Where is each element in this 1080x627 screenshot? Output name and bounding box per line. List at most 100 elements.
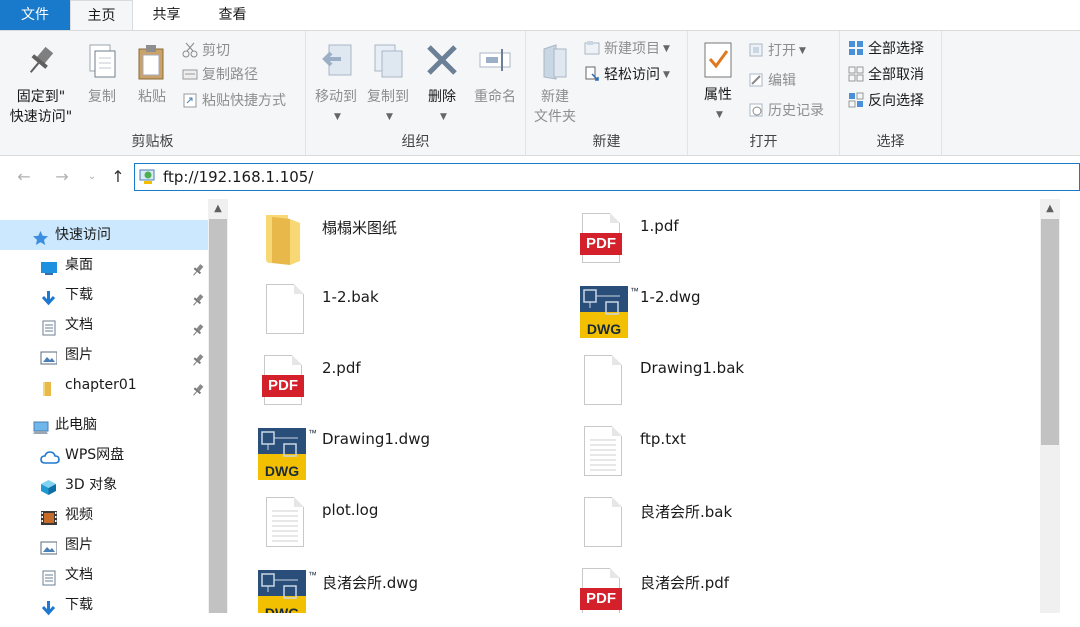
- nav-item-videos[interactable]: 视频: [0, 500, 208, 530]
- nav-item-3d-objects[interactable]: 3D 对象: [0, 470, 208, 500]
- dwg-icon: DWG ™: [254, 564, 316, 613]
- cloud-icon: [40, 447, 60, 464]
- ribbon-tab-bar: 文件 主页 共享 查看: [0, 0, 1080, 64]
- group-new: 新建 文件夹 新建项目 ▼ 轻松访问 ▼ 新建: [526, 31, 688, 155]
- file-item[interactable]: DWG ™ 1-2.dwg: [546, 270, 846, 338]
- nav-item-desktop[interactable]: 桌面: [0, 250, 208, 280]
- file-list-scrollbar[interactable]: ▲: [1040, 199, 1060, 613]
- file-name: plot.log: [322, 501, 379, 519]
- scroll-up-icon[interactable]: ▲: [208, 199, 228, 219]
- file-item[interactable]: Drawing1.bak: [546, 341, 846, 405]
- nav-item-downloads[interactable]: 下载: [0, 280, 208, 310]
- scroll-up-icon[interactable]: ▲: [1040, 199, 1060, 219]
- pin-to-quick-access-button[interactable]: 固定到" 快速访问": [4, 43, 78, 127]
- tab-view[interactable]: 查看: [200, 0, 265, 31]
- 3d-objects-icon: [40, 477, 57, 495]
- navigation-scrollbar[interactable]: ▲: [208, 199, 228, 613]
- recent-locations-button[interactable]: ⌄: [80, 165, 104, 189]
- pinned-icon: [192, 348, 204, 366]
- easy-access-button[interactable]: 轻松访问 ▼: [584, 63, 670, 87]
- forward-arrow-icon: →: [55, 167, 69, 186]
- pictures-icon: [40, 347, 58, 365]
- move-to-button[interactable]: 移动到 ▼: [310, 43, 362, 127]
- nav-item-documents-pc[interactable]: 文档: [0, 560, 208, 590]
- scrollbar-thumb[interactable]: [1041, 219, 1059, 445]
- scrollbar-thumb[interactable]: [209, 219, 227, 613]
- dwg-icon: DWG ™: [572, 280, 638, 338]
- nav-label: 下载: [65, 597, 93, 613]
- pinned-icon: [192, 378, 204, 396]
- copy-path-label: 复制路径: [202, 67, 258, 83]
- copy-button[interactable]: 复制: [80, 43, 124, 107]
- paste-shortcut-icon: [182, 92, 198, 108]
- file-item[interactable]: DWG ™ 良渚会所.dwg: [228, 554, 528, 613]
- copy-to-button[interactable]: 复制到 ▼: [362, 43, 414, 127]
- rename-label: 重命名: [474, 89, 516, 105]
- forward-button[interactable]: →: [50, 165, 74, 189]
- select-none-button[interactable]: 全部取消: [848, 63, 924, 87]
- video-icon: [40, 507, 57, 525]
- chevron-down-icon: ⌄: [87, 171, 97, 182]
- group-clipboard: 固定到" 快速访问" 复制 粘贴 剪切 复制路径 粘贴快捷方式 剪贴板: [0, 31, 306, 155]
- group-organize: 移动到 ▼ 复制到 ▼ 删除 ▼ 重命名 组织: [306, 31, 526, 155]
- nav-item-quick-access[interactable]: 快速访问: [0, 220, 208, 250]
- star-icon: [32, 227, 49, 245]
- address-bar[interactable]: ftp://192.168.1.105/: [134, 163, 1080, 191]
- open-button[interactable]: 打开 ▼: [748, 39, 806, 63]
- computer-icon: [32, 417, 49, 434]
- pin-label-line2: 快速访问": [9, 109, 73, 125]
- file-item[interactable]: PDF 1.pdf: [546, 199, 846, 263]
- invert-selection-button[interactable]: 反向选择: [848, 89, 924, 113]
- group-clipboard-label: 剪贴板: [131, 134, 174, 150]
- edit-button[interactable]: 编辑: [748, 69, 796, 93]
- open-icon: [748, 42, 764, 58]
- file-item[interactable]: PDF 2.pdf: [228, 341, 528, 405]
- nav-item-pictures-pc[interactable]: 图片: [0, 530, 208, 560]
- group-select-label: 选择: [876, 134, 905, 150]
- nav-item-documents[interactable]: 文档: [0, 310, 208, 340]
- file-item[interactable]: plot.log: [228, 483, 528, 547]
- address-path: ftp://192.168.1.105/: [163, 168, 314, 186]
- file-item[interactable]: 榻榻米图纸: [228, 199, 528, 265]
- file-item[interactable]: 良渚会所.bak: [546, 483, 846, 547]
- properties-button[interactable]: 属性 ▼: [694, 41, 742, 125]
- nav-label: 下载: [65, 287, 93, 303]
- file-item[interactable]: PDF 良渚会所.pdf: [546, 554, 846, 613]
- select-all-button[interactable]: 全部选择: [848, 37, 924, 61]
- dwg-badge-text: DWG: [587, 321, 621, 337]
- back-button[interactable]: ←: [12, 165, 36, 189]
- delete-button[interactable]: 删除 ▼: [418, 43, 466, 127]
- edit-label: 编辑: [768, 73, 796, 89]
- tab-home[interactable]: 主页: [70, 0, 133, 31]
- up-arrow-icon: ↑: [111, 167, 125, 186]
- tab-share[interactable]: 共享: [133, 0, 200, 31]
- history-button[interactable]: 历史记录: [748, 99, 824, 123]
- documents-icon: [41, 317, 58, 336]
- file-name: Drawing1.dwg: [322, 430, 430, 448]
- new-folder-label-line2: 文件夹: [534, 109, 576, 125]
- pinned-icon: [192, 288, 204, 306]
- paste-button[interactable]: 粘贴: [128, 43, 176, 107]
- file-item[interactable]: ftp.txt: [546, 412, 846, 476]
- blank-file-icon: [254, 280, 312, 338]
- nav-item-downloads-pc[interactable]: 下载: [0, 590, 208, 620]
- cut-button[interactable]: 剪切: [182, 39, 230, 63]
- paste-shortcut-button[interactable]: 粘贴快捷方式: [182, 89, 286, 113]
- nav-item-this-pc[interactable]: 此电脑: [0, 410, 208, 440]
- new-item-button[interactable]: 新建项目 ▼: [584, 37, 670, 61]
- dwg-icon: DWG ™: [254, 422, 316, 480]
- nav-item-pictures[interactable]: 图片: [0, 340, 208, 370]
- file-item[interactable]: 1-2.bak: [228, 270, 528, 334]
- nav-item-wps-cloud[interactable]: WPS网盘: [0, 440, 208, 470]
- rename-button[interactable]: 重命名: [468, 43, 522, 107]
- folder-icon: [254, 209, 312, 267]
- copy-path-button[interactable]: 复制路径: [182, 63, 258, 87]
- group-select: 全部选择 全部取消 反向选择 选择: [840, 31, 942, 155]
- file-item[interactable]: DWG ™ Drawing1.dwg: [228, 412, 528, 480]
- properties-dropdown-icon: ▼: [716, 110, 723, 120]
- new-folder-button[interactable]: 新建 文件夹: [528, 43, 582, 127]
- nav-item-chapter01[interactable]: chapter01: [0, 370, 208, 400]
- up-button[interactable]: ↑: [106, 165, 130, 189]
- properties-icon: [701, 41, 735, 79]
- new-folder-label-line1: 新建: [541, 89, 569, 105]
